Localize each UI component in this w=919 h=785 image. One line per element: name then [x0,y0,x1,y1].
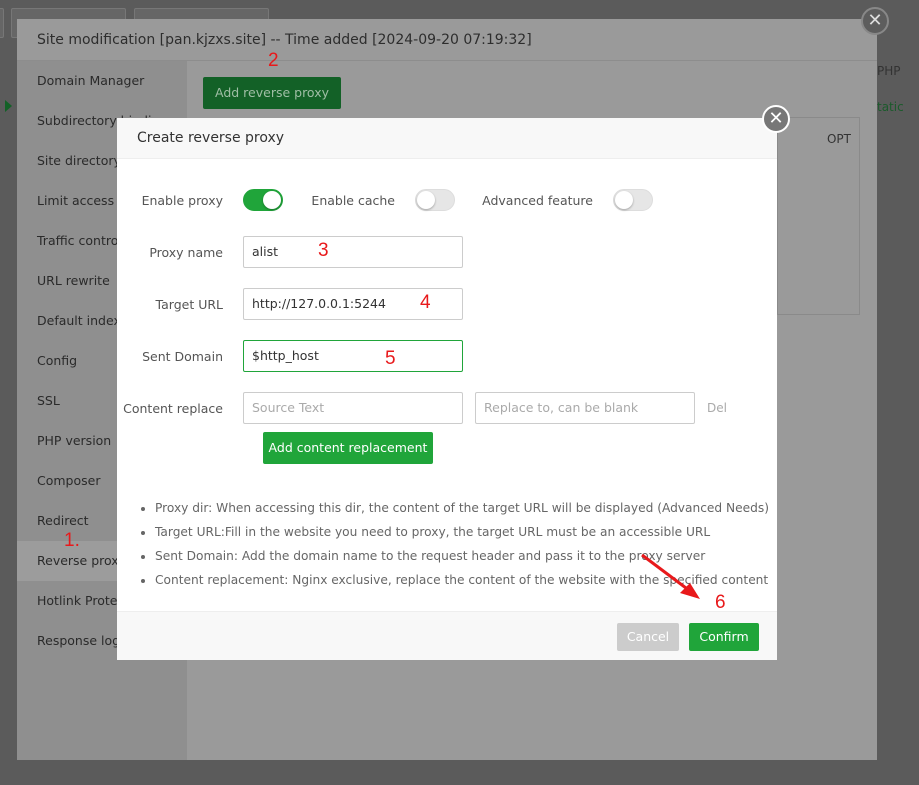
enable-proxy-label: Enable proxy [141,192,223,208]
annotation-6: 6 [715,592,726,613]
annotation-3: 3 [318,240,329,261]
add-reverse-proxy-button[interactable]: Add reverse proxy [203,77,341,109]
sent-domain-label: Sent Domain [142,348,223,364]
annotation-2: 2 [268,50,279,71]
annotation-5: 5 [385,348,396,369]
note: Proxy dir: When accessing this dir, the … [155,496,769,520]
enable-cache-toggle[interactable] [415,189,455,211]
proxy-table: OPT [777,117,860,315]
modal-footer: Cancel Confirm [117,611,777,660]
delete-link[interactable]: Del [707,401,727,415]
modal-title: Create reverse proxy [117,118,777,159]
bg-php-label: PHP [877,64,901,78]
target-url-label: Target URL [155,296,223,312]
confirm-button[interactable]: Confirm [689,623,759,651]
note: Target URL:Fill in the website you need … [155,520,769,544]
annotation-1: 1. [64,530,80,551]
sent-domain-input[interactable]: $http_host [243,340,463,372]
proxy-name-input[interactable]: alist [243,236,463,268]
sidebar-item[interactable]: Domain Manager [17,61,187,101]
close-icon[interactable]: ✕ [762,105,790,133]
add-content-replacement-button[interactable]: Add content replacement [263,432,433,464]
bg-button [0,8,4,38]
advanced-feature-toggle[interactable] [613,189,653,211]
play-icon [5,100,12,112]
enable-proxy-toggle[interactable] [243,189,283,211]
opt-header: OPT [826,132,851,146]
replace-to-input[interactable]: Replace to, can be blank [475,392,695,424]
close-icon[interactable]: ✕ [861,7,889,35]
arrow-annotation-icon [641,553,700,599]
content-replace-label: Content replace [123,400,223,416]
enable-cache-label: Enable cache [311,192,395,208]
cancel-button[interactable]: Cancel [617,623,679,651]
source-text-input[interactable]: Source Text [243,392,463,424]
advanced-feature-label: Advanced feature [482,192,593,208]
annotation-4: 4 [420,292,431,313]
bg-static-label: tatic [877,100,904,114]
dialog-title: Site modification [pan.kjzxs.site] -- Ti… [17,19,877,61]
proxy-name-label: Proxy name [149,244,223,260]
